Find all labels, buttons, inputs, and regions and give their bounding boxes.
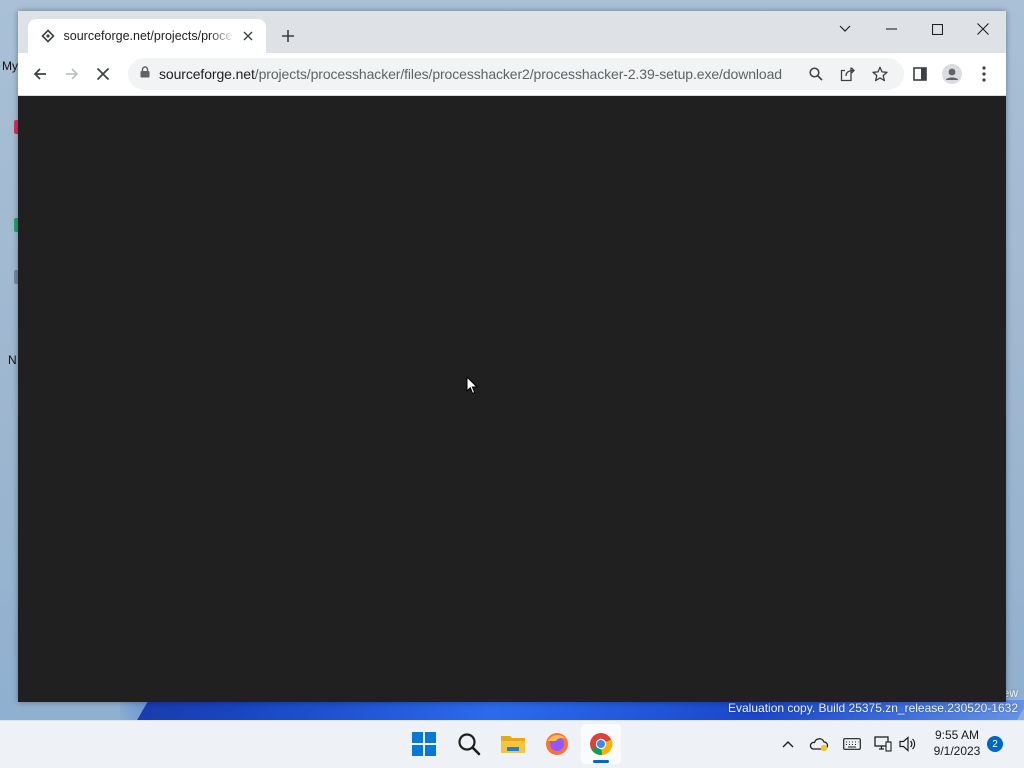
onedrive-icon[interactable] [808, 733, 830, 755]
notification-badge[interactable]: 2 [987, 736, 1003, 752]
close-icon[interactable] [960, 15, 1006, 43]
url-text[interactable]: sourceforge.net/projects/processhacker/f… [159, 66, 782, 82]
close-icon[interactable] [240, 28, 256, 44]
share-icon[interactable] [836, 62, 860, 86]
back-arrow-icon[interactable] [26, 60, 54, 88]
search-icon[interactable] [449, 724, 489, 764]
active-app-indicator [593, 760, 609, 763]
keyboard-icon[interactable] [841, 733, 863, 755]
url-path: /projects/processhacker/files/processhac… [254, 66, 782, 82]
address-bar[interactable]: sourceforge.net/projects/processhacker/f… [128, 58, 904, 90]
chevron-up-icon[interactable] [777, 733, 799, 755]
desktop-icon-label[interactable]: My [2, 59, 18, 73]
menu-dots-icon[interactable] [970, 60, 998, 88]
search-icon[interactable] [804, 62, 828, 86]
browser-window: sourceforge.net/projects/processhacker/f… [18, 11, 1006, 702]
tab-title: sourceforge.net/projects/processhacker/f… [63, 29, 235, 43]
mouse-cursor [466, 375, 479, 400]
sourceforge-icon [40, 28, 56, 44]
title-bar: sourceforge.net/projects/processhacker/f… [18, 11, 1006, 53]
network-icon[interactable] [872, 733, 894, 755]
windows-start-icon[interactable] [404, 724, 444, 764]
plus-icon[interactable] [277, 25, 299, 47]
stop-loading-icon[interactable] [89, 60, 117, 88]
page-content[interactable] [18, 96, 1006, 702]
minimize-icon[interactable] [868, 15, 914, 43]
chevron-down-icon[interactable] [822, 15, 868, 43]
desktop-icon-label[interactable]: N [8, 353, 17, 367]
watermark-line: Evaluation copy. Build 25375.zn_release.… [728, 701, 1018, 715]
clock-time: 9:55 AM [934, 728, 980, 742]
maximize-icon[interactable] [914, 15, 960, 43]
browser-toolbar: sourceforge.net/projects/processhacker/f… [18, 53, 1006, 96]
profile-icon[interactable] [938, 60, 966, 88]
side-panel-icon[interactable] [906, 60, 934, 88]
forward-arrow-icon[interactable] [58, 60, 86, 88]
volume-icon[interactable] [897, 733, 919, 755]
file-explorer-icon[interactable] [493, 724, 533, 764]
bookmark-star-icon[interactable] [868, 62, 892, 86]
browser-tab[interactable]: sourceforge.net/projects/processhacker/f… [28, 19, 266, 53]
url-host: sourceforge.net [159, 66, 255, 82]
taskbar-clock[interactable]: 9:55 AM 9/1/2023 [926, 727, 988, 759]
firefox-icon[interactable] [537, 724, 577, 764]
chrome-icon[interactable] [581, 724, 621, 764]
clock-date: 9/1/2023 [933, 744, 981, 758]
lock-icon[interactable] [140, 65, 150, 83]
